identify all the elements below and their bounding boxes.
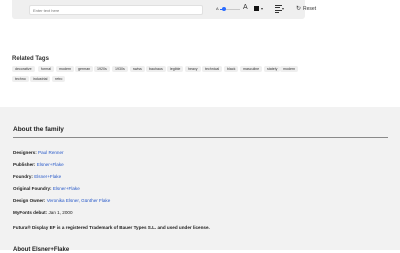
tag[interactable]: 1930s [112,66,128,72]
chevron-down-icon[interactable]: ▾ [261,6,263,11]
tag[interactable]: industrial [30,76,51,82]
tag[interactable]: modern [280,66,299,72]
original-foundry-link[interactable]: Elsner+Flake [53,186,80,191]
font-size-large-icon: A [243,4,248,11]
tag[interactable]: techno [12,76,29,82]
tag[interactable]: formal [38,66,54,72]
sample-text-input[interactable] [29,5,203,15]
original-foundry-label: Original Foundry: [13,186,52,191]
tag[interactable]: legible [167,66,184,72]
debut-label: MyFonts debut: [13,210,48,215]
tag[interactable]: bauhaus [146,66,166,72]
reset-button[interactable]: ↻ Reset [296,5,316,12]
reset-icon: ↻ [296,6,302,12]
text-color-button[interactable] [254,6,259,11]
foundry-row: Foundry: Elsner+Flake [13,174,61,179]
related-tags-heading: Related Tags [12,56,49,62]
tag[interactable]: black [224,66,239,72]
publisher-link[interactable]: Elsner+Flake [37,162,64,167]
chevron-down-icon[interactable]: ▾ [282,6,284,11]
designer-link[interactable]: Paul Renner [38,150,64,155]
tag[interactable]: retro [52,76,66,82]
foundry-link[interactable]: Elsner+Flake [34,174,61,179]
publisher-label: Publisher: [13,162,36,167]
design-owner-row: Design Owner: Veronika Elsner, Günther F… [13,198,110,203]
publisher-row: Publisher: Elsner+Flake [13,162,64,167]
about-family-heading: About the family [13,126,64,133]
tag[interactable]: swiss [130,66,145,72]
tag[interactable]: technical [202,66,223,72]
debut-value: Jan 1, 2000 [48,210,73,215]
tag[interactable]: masculine [240,66,263,72]
tag[interactable]: decorative [12,66,35,72]
design-owner-label: Design Owner: [13,198,46,203]
trademark-text: Futura® Display EF is a registered Trade… [13,225,210,230]
tag[interactable]: 1920s [94,66,110,72]
original-foundry-row: Original Foundry: Elsner+Flake [13,186,80,191]
debut-row: MyFonts debut: Jan 1, 2000 [13,210,73,215]
tag[interactable]: modern [56,66,75,72]
tag[interactable]: heavy [185,66,201,72]
font-size-slider-handle[interactable] [222,7,226,11]
foundry-label: Foundry: [13,174,33,179]
reset-label: Reset [303,6,317,12]
type-tester-toolbar: A A ▾ ▾ ↻Reset [12,0,316,19]
about-family-section: About the family Designers: Paul Renner … [0,107,400,253]
designers-row: Designers: Paul Renner [13,150,64,155]
design-owner-link[interactable]: Veronika Elsner, Günther Flake [47,198,111,203]
trademark-notice: Futura® Display EF is a registered Trade… [13,225,210,230]
about-foundry-heading: About Elsner+Flake [13,247,70,253]
tag[interactable]: german [75,66,94,72]
tag[interactable]: stately [264,66,281,72]
designers-label: Designers: [13,150,37,155]
text-align-icon[interactable] [275,5,282,13]
font-size-small-icon: A [216,6,219,11]
divider [13,137,388,138]
